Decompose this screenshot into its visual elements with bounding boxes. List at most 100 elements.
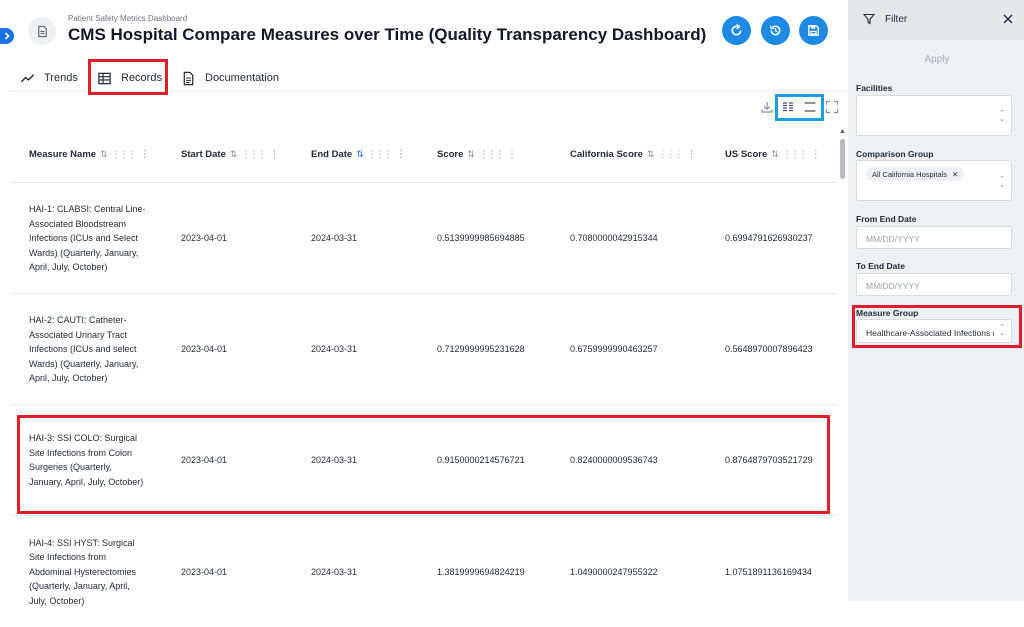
- measure-name-cell: HAI-1: CLABSI: Central Line-Associated B…: [29, 203, 146, 272]
- history-button[interactable]: [761, 16, 790, 45]
- column-header-score[interactable]: Score ⇅ ⋮⋮⋮ ⋮: [437, 149, 517, 160]
- column-header-label: Start Date: [181, 149, 226, 160]
- end-date-cell: 2024-03-31: [311, 344, 358, 354]
- fullscreen-icon: [825, 100, 839, 114]
- fullscreen-button[interactable]: [824, 99, 840, 115]
- sort-icon[interactable]: ⇅: [100, 149, 108, 160]
- table-row[interactable]: HAI-4: SSI HYST: Surgical Site Infection…: [10, 516, 836, 627]
- california-score-cell: 0.6759999990463257: [570, 344, 658, 354]
- scroll-up-arrow-icon[interactable]: ▲: [839, 128, 846, 135]
- column-header-us-score[interactable]: US Score ⇅ ⋮⋮⋮ ⋮: [725, 149, 821, 160]
- drag-handle-icon[interactable]: ⋮⋮⋮: [368, 149, 393, 160]
- filter-panel-header: Filter: [848, 0, 1024, 40]
- tab-documentation[interactable]: Documentation: [181, 64, 279, 92]
- select-arrows-icon: ⌃ ⌄: [999, 110, 1005, 123]
- score-cell: 0.7129999995231628: [437, 344, 525, 354]
- refresh-icon: [731, 23, 742, 36]
- us-score-cell: 1.0751891136169434: [725, 566, 812, 577]
- save-icon: [808, 25, 819, 36]
- end-date-cell: 2024-03-31: [311, 233, 358, 243]
- select-arrows-icon: ⌃ ⌄: [999, 176, 1005, 189]
- sort-icon[interactable]: ⇅: [230, 149, 238, 160]
- comparison-group-label: Comparison Group: [856, 149, 934, 159]
- selected-row-highlight: [17, 415, 830, 514]
- drag-handle-icon[interactable]: ⋮⋮⋮: [112, 149, 137, 160]
- start-date-cell: 2023-04-01: [181, 233, 228, 243]
- column-header-label: Score: [437, 149, 464, 160]
- document-icon: [183, 71, 194, 85]
- drag-handle-icon[interactable]: ⋮⋮⋮: [658, 149, 683, 160]
- filter-funnel-icon: [863, 13, 875, 25]
- table-row[interactable]: HAI-2: CAUTI: Catheter-Associated Urinar…: [10, 294, 836, 405]
- table-scrollbar[interactable]: ▲: [838, 128, 848, 601]
- facilities-label: Facilities: [856, 83, 893, 93]
- tab-trends-label: Trends: [44, 72, 78, 84]
- close-icon[interactable]: [1001, 12, 1015, 26]
- end-date-cell: 2024-03-31: [311, 566, 358, 577]
- score-cell: 1.3819999694824219: [437, 566, 525, 577]
- column-header-start-date[interactable]: Start Date ⇅ ⋮⋮⋮ ⋮: [181, 149, 279, 160]
- column-header-label: US Score: [725, 149, 768, 160]
- save-button[interactable]: [799, 16, 828, 45]
- column-menu-icon[interactable]: ⋮: [507, 149, 517, 160]
- facilities-select[interactable]: ⌃ ⌄: [856, 95, 1012, 136]
- to-end-date-placeholder: MM/DD/YYYY: [866, 281, 920, 291]
- start-date-cell: 2023-04-01: [181, 344, 228, 354]
- to-end-date-label: To End Date: [856, 261, 905, 271]
- sidebar-expand-toggle[interactable]: [0, 28, 14, 44]
- dashboard-subtitle: Patient Safety Metrics Dashboard: [68, 14, 188, 23]
- measure-name-cell: HAI-2: CAUTI: Catheter-Associated Urinar…: [29, 314, 139, 383]
- drag-handle-icon[interactable]: ⋮⋮⋮: [241, 149, 266, 160]
- measure-name-cell: HAI-4: SSI HYST: Surgical Site Infection…: [29, 537, 137, 606]
- to-end-date-input[interactable]: MM/DD/YYYY: [856, 273, 1012, 296]
- download-icon: [761, 102, 773, 113]
- california-score-cell: 1.0490000247955322: [570, 566, 658, 577]
- column-header-label: End Date: [311, 149, 353, 160]
- records-table: Measure Name ⇅ ⋮⋮⋮ ⋮ Start Date ⇅ ⋮⋮⋮ ⋮ …: [10, 128, 836, 627]
- column-menu-icon[interactable]: ⋮: [811, 149, 821, 160]
- refresh-button[interactable]: [722, 16, 751, 45]
- column-menu-icon[interactable]: ⋮: [396, 149, 406, 160]
- sort-icon[interactable]: ⇅: [771, 149, 779, 160]
- sort-icon[interactable]: ⇅: [467, 149, 475, 160]
- us-score-cell: 0.5648970007896423: [725, 344, 813, 354]
- column-header-california-score[interactable]: California Score ⇅ ⋮⋮⋮ ⋮: [570, 149, 696, 160]
- column-menu-icon[interactable]: ⋮: [140, 149, 150, 160]
- page-title: CMS Hospital Compare Measures over Time …: [68, 25, 707, 44]
- history-icon: [769, 25, 781, 36]
- filter-title: Filter: [885, 14, 908, 25]
- chip-remove-icon[interactable]: ✕: [952, 170, 958, 179]
- download-button[interactable]: [759, 99, 775, 115]
- chevron-right-icon: [4, 32, 10, 40]
- from-end-date-placeholder: MM/DD/YYYY: [866, 234, 920, 244]
- column-menu-icon[interactable]: ⋮: [686, 149, 696, 160]
- comparison-chip-label: All California Hospitals: [872, 169, 948, 179]
- column-header-label: Measure Name: [29, 149, 97, 160]
- comparison-group-select[interactable]: All California Hospitals ✕ ⌃ ⌄: [856, 160, 1012, 201]
- comparison-chip[interactable]: All California Hospitals ✕: [866, 167, 965, 181]
- table-header: Measure Name ⇅ ⋮⋮⋮ ⋮ Start Date ⇅ ⋮⋮⋮ ⋮ …: [10, 128, 836, 183]
- column-menu-icon[interactable]: ⋮: [269, 149, 279, 160]
- sort-icon[interactable]: ⇅: [647, 149, 655, 160]
- drag-handle-icon[interactable]: ⋮⋮⋮: [783, 149, 808, 160]
- from-end-date-label: From End Date: [856, 214, 917, 224]
- report-icon: [28, 17, 56, 45]
- scroll-thumb[interactable]: [840, 139, 845, 179]
- tab-documentation-label: Documentation: [205, 72, 279, 84]
- column-header-end-date[interactable]: End Date ⇅ ⋮⋮⋮ ⋮: [311, 149, 406, 160]
- sort-active-icon[interactable]: ⇅: [356, 149, 364, 160]
- us-score-cell: 0.6994791626930237: [725, 233, 813, 243]
- from-end-date-input[interactable]: MM/DD/YYYY: [856, 226, 1012, 249]
- toolbar-highlight: [775, 94, 824, 121]
- column-header-measure-name[interactable]: Measure Name ⇅ ⋮⋮⋮ ⋮: [29, 149, 150, 160]
- trend-line-icon: [20, 73, 35, 82]
- drag-handle-icon[interactable]: ⋮⋮⋮: [479, 149, 504, 160]
- score-cell: 0.5139999985694885: [437, 233, 525, 243]
- california-score-cell: 0.7080000042915344: [570, 233, 658, 243]
- filter-panel: Filter Apply Facilities ⌃ ⌄ Comparison Gr…: [848, 0, 1024, 601]
- column-header-label: California Score: [570, 149, 643, 160]
- measure-group-highlight: [852, 305, 1022, 348]
- table-row[interactable]: HAI-1: CLABSI: Central Line-Associated B…: [10, 183, 836, 294]
- apply-button[interactable]: Apply: [856, 48, 1018, 70]
- tab-trends[interactable]: Trends: [20, 64, 78, 92]
